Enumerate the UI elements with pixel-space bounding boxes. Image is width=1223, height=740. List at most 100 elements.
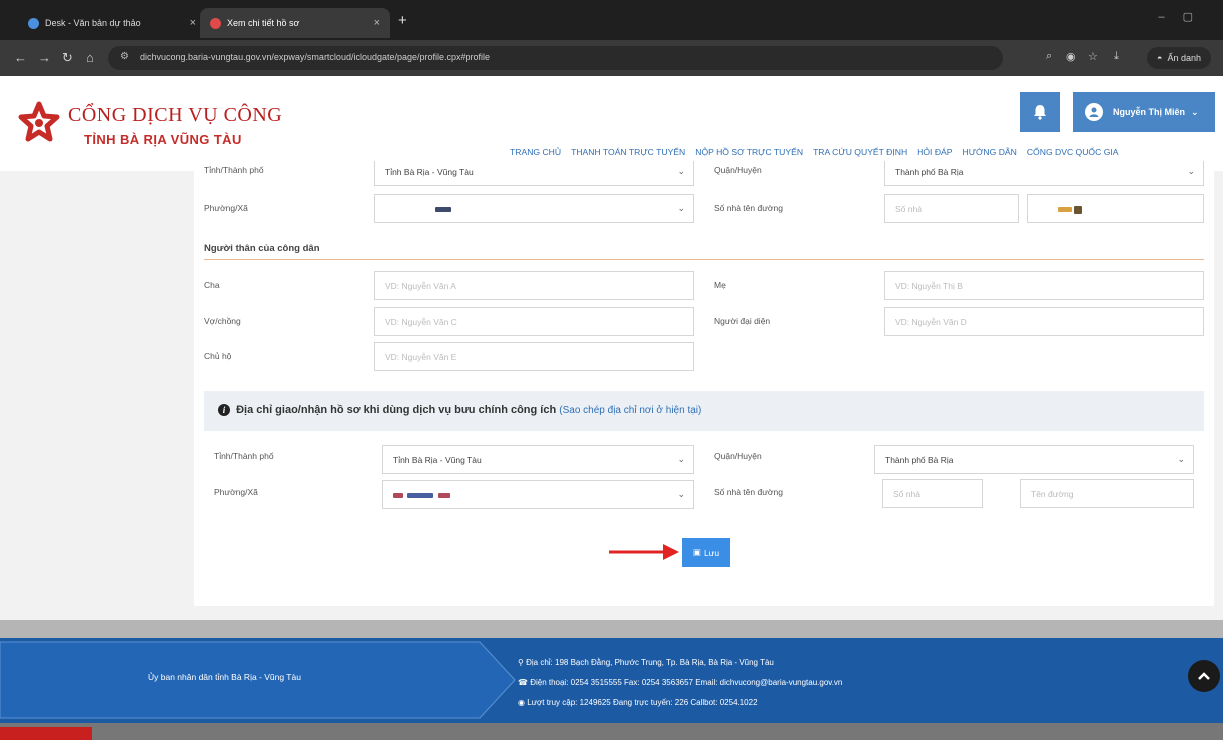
stats-globe-icon: ◉ <box>518 698 528 707</box>
relatives-section-title: Người thân của công dân <box>204 243 320 254</box>
tab-label: Desk - Văn bản dự thảo <box>45 18 141 28</box>
save-label: Lưu <box>703 547 720 558</box>
brand-subtitle: TỈNH BÀ RỊA VŨNG TÀU <box>84 132 242 147</box>
household-head-input[interactable]: VD: Nguyễn Văn E <box>374 342 694 371</box>
tab-close-icon[interactable]: × <box>374 17 380 29</box>
download-icon[interactable]: ⤓ <box>1114 50 1119 63</box>
ward-label: Phường/Xã <box>204 203 248 213</box>
nav-online-payment[interactable]: THANH TOÁN TRỰC TUYẾN <box>571 147 685 157</box>
profile-form-panel: Tỉnh/Thành phố Tỉnh Bà Rịa - Vũng Tàu ⌄ … <box>194 161 1214 606</box>
nav-lookup-decision[interactable]: TRA CỨU QUYẾT ĐỊNH <box>813 147 907 157</box>
browser-toolbar: ← → ↻ ⌂ ⚙ dichvucong.baria-vungtau.gov.v… <box>0 40 1223 76</box>
address-bar[interactable]: ⚙ dichvucong.baria-vungtau.gov.vn/expway… <box>108 46 1003 70</box>
zoom-icon[interactable]: ⌕ <box>1046 50 1052 63</box>
postal-province-label: Tỉnh/Thành phố <box>214 451 274 461</box>
footer-address: ⚲ Địa chỉ: 198 Bạch Đằng, Phước Trung, T… <box>518 658 774 667</box>
nav-faq[interactable]: HỎI ĐÁP <box>917 147 952 157</box>
nav-submit-online[interactable]: NỘP HỒ SƠ TRỰC TUYẾN <box>695 147 803 157</box>
bottom-bar <box>0 723 1223 740</box>
red-arrow-icon <box>609 544 679 560</box>
new-tab-button[interactable]: + <box>398 12 407 29</box>
house-number-input[interactable]: Số nhà <box>884 194 1019 223</box>
postal-district-value: Thành phố Bà Rịa <box>885 455 954 465</box>
reload-icon[interactable]: ↻ <box>62 50 73 66</box>
street-name-input[interactable] <box>1027 194 1204 223</box>
bell-icon <box>1034 105 1046 120</box>
incognito-label: Ẩn danh <box>1167 53 1201 63</box>
site-logo-icon[interactable] <box>18 101 60 143</box>
scroll-to-top-button[interactable] <box>1188 660 1220 692</box>
save-button[interactable]: ▣ Lưu <box>682 538 730 567</box>
street-label: Số nhà tên đường <box>714 203 783 213</box>
district-select[interactable]: Thành phố Bà Rịa ⌄ <box>884 161 1204 186</box>
location-pin-icon: ⚲ <box>518 658 527 667</box>
tab-favicon-icon <box>210 17 221 29</box>
browser-tab-2[interactable]: Xem chi tiết hồ sơ × <box>200 8 390 38</box>
browser-tab-bar: Desk - Văn bản dự thảo × Xem chi tiết hồ… <box>0 0 1223 40</box>
footer-stats-text: Lượt truy cập: 1249625 Đang trực tuyến: … <box>527 698 758 707</box>
chevron-down-icon: ⌄ <box>677 489 685 499</box>
house-number-placeholder: Số nhà <box>895 204 922 214</box>
incognito-icon: ◓ <box>1157 53 1163 63</box>
notification-button[interactable] <box>1020 92 1060 132</box>
father-placeholder: VD: Nguyễn Văn A <box>385 281 456 291</box>
postal-street-label: Số nhà tên đường <box>714 487 783 497</box>
mother-placeholder: VD: Nguyễn Thị B <box>895 281 963 291</box>
nav-national-portal[interactable]: CỔNG DVC QUỐC GIA <box>1027 147 1119 157</box>
tracking-icon[interactable]: ◉ <box>1066 50 1076 63</box>
postal-district-label: Quận/Huyện <box>714 451 762 461</box>
brand-title: CỔNG DỊCH VỤ CÔNG <box>68 104 283 126</box>
ward-select[interactable]: ⌄ <box>374 194 694 223</box>
incognito-badge[interactable]: ◓ Ẩn danh <box>1147 47 1211 69</box>
footer-organization: Ủy ban nhân dân tỉnh Bà Rịa - Vũng Tàu <box>148 672 301 682</box>
chevron-down-icon: ⌄ <box>1191 106 1199 117</box>
spouse-label: Vợ/chồng <box>204 316 241 326</box>
postal-street-name-placeholder: Tên đường <box>1031 489 1074 499</box>
user-avatar-icon <box>1085 103 1103 121</box>
footer-address-text: Địa chỉ: 198 Bạch Đằng, Phước Trung, Tp.… <box>526 658 774 667</box>
url-text: dichvucong.baria-vungtau.gov.vn/expway/s… <box>140 52 491 62</box>
spouse-input[interactable]: VD: Nguyễn Văn C <box>374 307 694 336</box>
bottom-badge <box>0 727 92 740</box>
mother-input[interactable]: VD: Nguyễn Thị B <box>884 271 1204 300</box>
home-icon[interactable]: ⌂ <box>86 50 94 65</box>
district-value: Thành phố Bà Rịa <box>895 167 964 177</box>
chevron-down-icon: ⌄ <box>1177 454 1185 464</box>
nav-home[interactable]: TRANG CHỦ <box>510 147 561 157</box>
redacted-street-value <box>1058 207 1072 213</box>
tab-label: Xem chi tiết hồ sơ <box>227 18 300 28</box>
redacted-street-value-2 <box>1074 205 1083 214</box>
postal-district-select[interactable]: Thành phố Bà Rịa ⌄ <box>874 445 1194 474</box>
copy-current-address-link[interactable]: (Sao chép địa chỉ nơi ở hiện tại) <box>559 405 701 416</box>
footer-stats: ◉ Lượt truy cập: 1249625 Đang trực tuyến… <box>518 698 758 707</box>
spouse-placeholder: VD: Nguyễn Văn C <box>385 317 457 327</box>
postal-ward-select[interactable]: ⌄ <box>382 480 694 509</box>
user-menu-button[interactable]: Nguyễn Thị Miên ⌄ <box>1073 92 1215 132</box>
chevron-down-icon: ⌄ <box>677 454 685 464</box>
postal-province-select[interactable]: Tỉnh Bà Rịa - Vũng Tàu ⌄ <box>382 445 694 474</box>
postal-street-name-input[interactable]: Tên đường <box>1020 479 1194 508</box>
phone-icon: ☎ <box>518 678 531 687</box>
browser-tab-1[interactable]: Desk - Văn bản dự thảo × <box>18 8 206 38</box>
chevron-down-icon: ⌄ <box>677 166 685 176</box>
father-input[interactable]: VD: Nguyễn Văn A <box>374 271 694 300</box>
redacted-postal-ward-value-3 <box>437 493 450 499</box>
forward-icon[interactable]: → <box>38 50 51 65</box>
nav-guide[interactable]: HƯỚNG DẪN <box>963 147 1017 157</box>
representative-input[interactable]: VD: Nguyễn Văn D <box>884 307 1204 336</box>
postal-house-number-placeholder: Số nhà <box>893 489 920 499</box>
bookmark-star-icon[interactable]: ☆ <box>1088 50 1098 63</box>
site-info-icon[interactable]: ⚙ <box>120 51 129 62</box>
chevron-down-icon: ⌄ <box>677 203 685 213</box>
postal-province-value: Tỉnh Bà Rịa - Vũng Tàu <box>393 455 482 465</box>
postal-ward-label: Phường/Xã <box>214 487 258 497</box>
window-controls[interactable]: –▢ <box>1158 10 1211 23</box>
representative-placeholder: VD: Nguyễn Văn D <box>895 317 967 327</box>
footer-separator <box>0 620 1223 638</box>
tab-close-icon[interactable]: × <box>190 17 196 29</box>
footer-contact-text: Điện thoại: 0254 3515555 Fax: 0254 35636… <box>530 678 843 687</box>
back-icon[interactable]: ← <box>14 50 27 65</box>
postal-house-number-input[interactable]: Số nhà <box>882 479 983 508</box>
province-label: Tỉnh/Thành phố <box>204 165 264 175</box>
province-select[interactable]: Tỉnh Bà Rịa - Vũng Tàu ⌄ <box>374 161 694 186</box>
